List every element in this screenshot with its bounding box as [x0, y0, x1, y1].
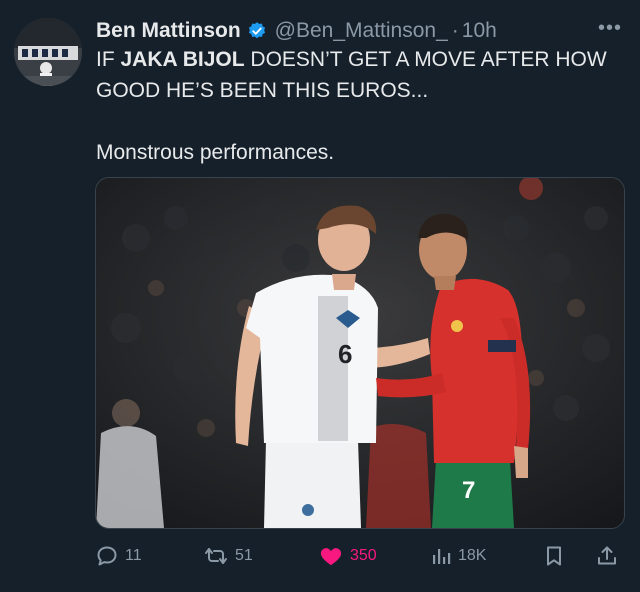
- tweet-line-1-bold: JAKA BIJOL: [120, 48, 245, 71]
- display-name[interactable]: Ben Mattinson: [96, 19, 241, 43]
- retweet-button[interactable]: 51: [203, 540, 253, 572]
- like-button[interactable]: 350: [318, 540, 377, 572]
- tweet-text: IF JAKA BIJOL DOESN’T GET A MOVE AFTER H…: [96, 44, 626, 168]
- retweet-icon: [203, 544, 229, 568]
- shirt-number-white: 6: [338, 339, 352, 369]
- views-button[interactable]: 18K: [430, 540, 486, 572]
- bookmark-icon: [542, 544, 566, 568]
- tweet-line-1-suffix: DOESN’T GET A MOVE AFTER HOW: [244, 48, 607, 71]
- handle[interactable]: @Ben_Mattinson_: [275, 19, 448, 43]
- like-count: 350: [350, 547, 377, 564]
- verified-badge-icon: [247, 21, 267, 41]
- separator-dot: ·: [451, 19, 459, 42]
- views-chart-icon: [430, 544, 452, 568]
- more-dots-icon[interactable]: •••: [598, 18, 622, 38]
- reply-count: 11: [125, 547, 142, 564]
- avatar[interactable]: [14, 18, 82, 86]
- tweet-line-1: IF JAKA BIJOL DOESN’T GET A MOVE AFTER H…: [96, 44, 626, 75]
- tweet-line-1-prefix: IF: [96, 48, 121, 71]
- retweet-count: 51: [235, 547, 253, 564]
- reply-icon: [95, 544, 119, 568]
- tweet-photo[interactable]: 6 7: [95, 177, 625, 529]
- share-button[interactable]: [595, 540, 619, 572]
- timestamp[interactable]: 10h: [462, 19, 497, 43]
- tweet-header: Ben Mattinson @Ben_Mattinson_ · 10h •••: [96, 16, 624, 46]
- views-count: 18K: [458, 547, 487, 564]
- heart-filled-icon: [318, 544, 344, 568]
- tweet-line-3: Monstrous performances.: [96, 141, 335, 164]
- share-icon: [595, 544, 619, 568]
- tweet: Ben Mattinson @Ben_Mattinson_ · 10h ••• …: [0, 0, 640, 592]
- bookmark-button[interactable]: [542, 540, 566, 572]
- action-bar: 11 51 350 18K: [95, 540, 627, 572]
- reply-button[interactable]: 11: [95, 540, 142, 572]
- shirt-number-red: 7: [462, 477, 475, 504]
- tweet-line-2: GOOD HE’S BEEN THIS EUROS...: [96, 79, 429, 102]
